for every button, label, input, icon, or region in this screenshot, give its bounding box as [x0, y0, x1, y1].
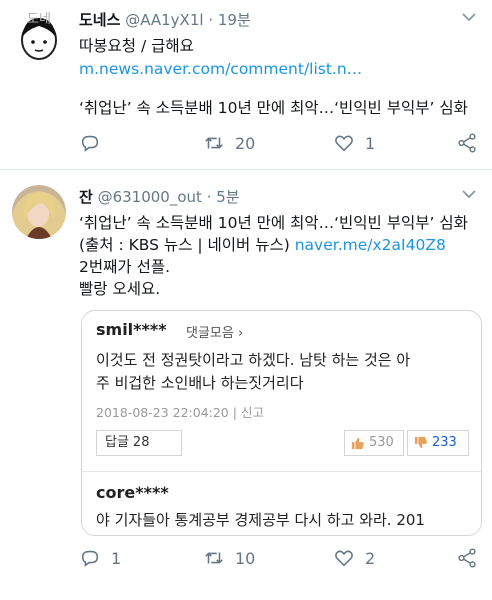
tweet-text: 2번째가 선플.: [79, 258, 171, 276]
like-count: 2: [365, 548, 376, 568]
tweet-actions: 1 10 2: [79, 546, 478, 570]
tweet-actions: 20 1: [79, 131, 478, 155]
reply-count: 1: [111, 548, 122, 568]
tweet[interactable]: 잔 @631000_out · 5분 ‘취업난’ 속 소득분배 10년 만에 최…: [0, 177, 492, 600]
separator: |: [232, 405, 241, 420]
reply-label: 답글: [105, 435, 129, 450]
timestamp[interactable]: 5분: [216, 188, 239, 206]
like-icon: [335, 135, 353, 152]
retweet-count: 20: [235, 133, 256, 153]
share-icon: [458, 133, 476, 153]
comment-reply-button[interactable]: 답글 28: [96, 430, 182, 456]
avatar[interactable]: [12, 185, 66, 239]
embedded-comment-card[interactable]: smil**** 댓글모음 › 이것도 전 정권탓이라고 하겠다. 남탓 하는 …: [81, 310, 482, 536]
comment-collection-link[interactable]: 댓글모음 ›: [186, 322, 243, 341]
tweet-link[interactable]: m.news.naver.com/comment/list.n…: [79, 58, 478, 80]
tweet-text: 따봉요청 / 급해요: [79, 37, 194, 55]
report-link[interactable]: 신고: [241, 405, 264, 420]
link-card-title[interactable]: ‘취업난’ 속 소득분배 10년 만에 최악…‘빈익빈 부익부’ 심화: [79, 97, 478, 119]
caret-down-icon[interactable]: [460, 187, 478, 201]
like-icon: [335, 550, 353, 567]
share-button[interactable]: [456, 546, 478, 570]
tweet[interactable]: 도네 도네스 @AA1yX1l · 19분 따봉요청 / 급해요 m.news.…: [0, 0, 492, 170]
comment-text: 주 비겁한 소인배나 하는짓거리다: [96, 374, 304, 392]
retweet-icon: [205, 137, 223, 149]
like-count: 1: [365, 133, 376, 153]
comment-date: 2018-08-23 22:04:20: [96, 405, 229, 420]
reply-icon: [81, 550, 99, 567]
share-icon: [458, 548, 476, 568]
tweet-text: ‘취업난’ 속 소득분배 10년 만에 최악…‘빈익빈 부익부’ 심화: [79, 214, 468, 232]
avatar[interactable]: 도네: [12, 8, 66, 62]
comment-username[interactable]: core****: [96, 483, 169, 502]
upvote-button[interactable]: 530: [344, 430, 404, 456]
source-text: (출처 : KBS 뉴스 | 네이버 뉴스): [79, 236, 295, 254]
retweet-icon: [205, 552, 223, 564]
like-button[interactable]: 1: [333, 131, 375, 155]
tweet-text: (출처 : KBS 뉴스 | 네이버 뉴스) naver.me/x2aI40Z8: [79, 234, 482, 256]
like-button[interactable]: 2: [333, 546, 375, 570]
upvote-count: 530: [369, 435, 394, 450]
comment-text: 이것도 전 정권탓이라고 하겠다. 남탓 하는 것은 아: [96, 351, 411, 369]
comment-text: 야 기자들아 통계공부 경제공부 다시 하고 와라. 201: [96, 511, 425, 529]
timestamp[interactable]: 19분: [218, 11, 251, 29]
caret-down-icon[interactable]: [460, 10, 478, 24]
tweet-header: 잔 @631000_out · 5분: [79, 186, 240, 208]
downvote-button[interactable]: 233: [407, 430, 469, 456]
handle[interactable]: @AA1yX1l: [125, 11, 203, 29]
share-button[interactable]: [456, 131, 478, 155]
comment-username[interactable]: smil****: [96, 320, 167, 339]
thumbs-down-icon: [414, 436, 427, 449]
separator-dot: ·: [208, 11, 214, 29]
separator-dot: ·: [206, 188, 212, 206]
retweet-count: 10: [235, 548, 256, 568]
reply-button[interactable]: 1: [79, 546, 121, 570]
reply-count: 28: [132, 435, 150, 450]
display-name[interactable]: 잔: [79, 188, 93, 206]
avatar-label: 도네: [27, 12, 51, 27]
reply-icon: [81, 135, 99, 152]
handle[interactable]: @631000_out: [98, 188, 202, 206]
reply-button[interactable]: [79, 131, 111, 155]
tweet-header: 도네스 @AA1yX1l · 19분: [79, 9, 251, 31]
tweet-link[interactable]: naver.me/x2aI40Z8: [295, 236, 446, 254]
tweet-text: 빨랑 오세요.: [79, 280, 161, 298]
comment-meta: 2018-08-23 22:04:20 | 신고: [96, 402, 264, 421]
thumbs-up-icon: [351, 437, 364, 450]
retweet-button[interactable]: 10: [203, 546, 255, 570]
display-name[interactable]: 도네스: [79, 11, 120, 29]
downvote-count: 233: [432, 435, 457, 450]
avatar-photo-icon: [12, 185, 66, 239]
divider: [82, 471, 481, 472]
retweet-button[interactable]: 20: [203, 131, 255, 155]
